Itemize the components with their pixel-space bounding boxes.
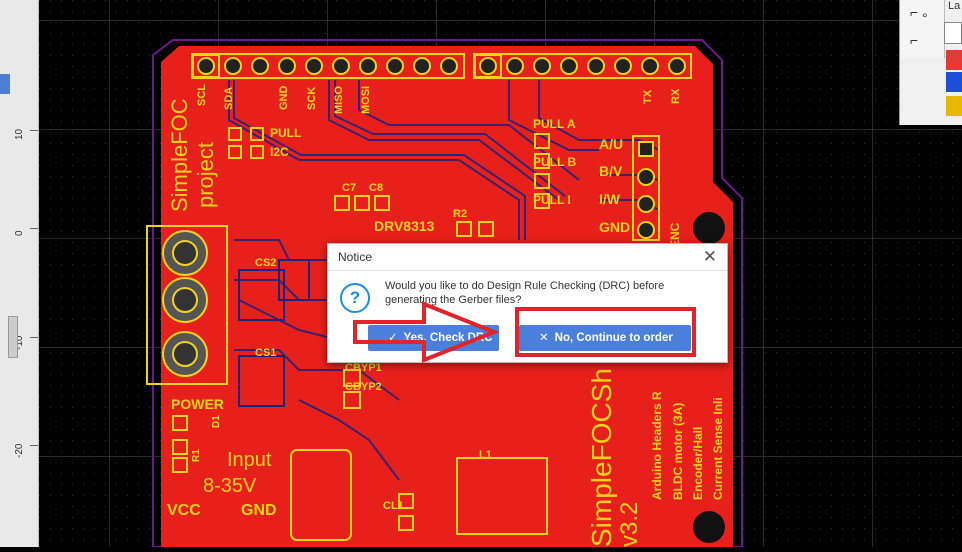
pcb-label: PULL B bbox=[533, 155, 576, 169]
layers-panel-label: La bbox=[948, 0, 961, 12]
close-icon[interactable]: ✕ bbox=[703, 247, 717, 267]
pin-label: TX bbox=[642, 89, 654, 104]
ruler-tick-label: -20 bbox=[14, 443, 25, 458]
select-tool-icon[interactable]: ⌐ bbox=[910, 32, 918, 48]
question-icon: ? bbox=[340, 283, 370, 313]
pcb-label: Current Sense Inli bbox=[711, 397, 725, 500]
pin-label: GND bbox=[278, 86, 290, 111]
pcb-label: PULL I bbox=[533, 193, 571, 207]
annotation-highlight-box bbox=[515, 307, 696, 357]
yes-button-label: Yes, Check DRC bbox=[403, 332, 493, 344]
pcb-label: R1 bbox=[191, 449, 202, 462]
pcb-label: R2 bbox=[453, 208, 467, 220]
pin-label: MOSI bbox=[360, 86, 372, 114]
pcb-label: PULL bbox=[270, 126, 301, 140]
pcb-label: CS1 bbox=[255, 347, 276, 359]
ruler-tick-label: 0 bbox=[14, 230, 25, 236]
pcb-label: CS2 bbox=[255, 257, 276, 269]
mounting-hole bbox=[693, 212, 725, 244]
pcb-label: CBYP1 bbox=[345, 362, 382, 374]
vertical-ruler: 10 0 -10 -20 bbox=[0, 0, 39, 547]
layer-swatch[interactable] bbox=[946, 96, 962, 116]
ruler-selection-marker bbox=[0, 74, 10, 94]
yes-check-drc-button[interactable]: ✓ Yes, Check DRC bbox=[368, 325, 499, 351]
ruler-drag-handle[interactable] bbox=[8, 316, 18, 358]
pcb-label: Encoder/Hall bbox=[691, 427, 705, 500]
layer-swatch[interactable] bbox=[946, 72, 962, 92]
pin-label: SCL bbox=[196, 84, 208, 106]
pcb-label: D1 bbox=[211, 415, 222, 428]
layer-swatch[interactable] bbox=[946, 50, 962, 70]
ruler-mark bbox=[30, 228, 38, 229]
check-icon: ✓ bbox=[388, 332, 398, 344]
pin-label: MISO bbox=[333, 85, 345, 114]
pin-label: SCK bbox=[306, 87, 318, 110]
pcb-label: Input bbox=[227, 449, 272, 471]
pcb-label: Arduino Headers R bbox=[650, 391, 664, 500]
pcb-label: A/U bbox=[599, 136, 623, 152]
ruler-mark bbox=[30, 445, 38, 446]
tool-palette: ⌐ ° ⌐ bbox=[900, 0, 945, 58]
pcb-label: L1 bbox=[479, 449, 492, 461]
mounting-hole bbox=[693, 511, 725, 543]
pcb-label: C8 bbox=[369, 182, 383, 194]
pcb-label: CL1 bbox=[383, 500, 404, 512]
pcb-label: DRV8313 bbox=[374, 218, 435, 234]
pcb-label: 8-35V bbox=[203, 475, 257, 497]
dialog-titlebar: Notice ✕ bbox=[328, 244, 727, 271]
project-title: SimpleFOC bbox=[167, 98, 192, 212]
pin-label: SDA bbox=[223, 87, 235, 110]
pcb-label: BLDC motor (3A) bbox=[671, 403, 685, 500]
project-subtitle: project bbox=[193, 142, 218, 208]
layer-swatch[interactable] bbox=[944, 22, 962, 44]
ruler-mark bbox=[30, 337, 38, 338]
via-tool-icon[interactable]: ° bbox=[922, 10, 928, 26]
route-tool-icon[interactable]: ⌐ bbox=[910, 4, 918, 20]
pcb-brand: SimpleFOCSh bbox=[586, 368, 617, 547]
pcb-version: v3.2 bbox=[616, 502, 643, 547]
pcb-label: GND bbox=[599, 219, 630, 235]
pcb-label: PULL A bbox=[533, 117, 576, 131]
pcb-label: GND bbox=[241, 502, 277, 519]
dialog-message: Would you like to do Design Rule Checkin… bbox=[385, 280, 665, 306]
pcb-label: I2C bbox=[270, 145, 289, 159]
pin-label: RX bbox=[670, 88, 682, 104]
pcb-label: VCC bbox=[167, 502, 201, 519]
pcb-label: CBYP2 bbox=[345, 381, 382, 393]
ruler-tick-label: 10 bbox=[14, 128, 25, 140]
pcb-label: B/V bbox=[599, 163, 623, 179]
tool-panel: ⌐ ° ⌐ La bbox=[899, 0, 962, 125]
ruler-mark bbox=[30, 130, 38, 131]
pcb-label: C7 bbox=[342, 182, 356, 194]
dialog-title: Notice bbox=[338, 250, 373, 264]
pcb-label: I/W bbox=[599, 191, 621, 207]
pcb-label: POWER bbox=[171, 396, 224, 412]
